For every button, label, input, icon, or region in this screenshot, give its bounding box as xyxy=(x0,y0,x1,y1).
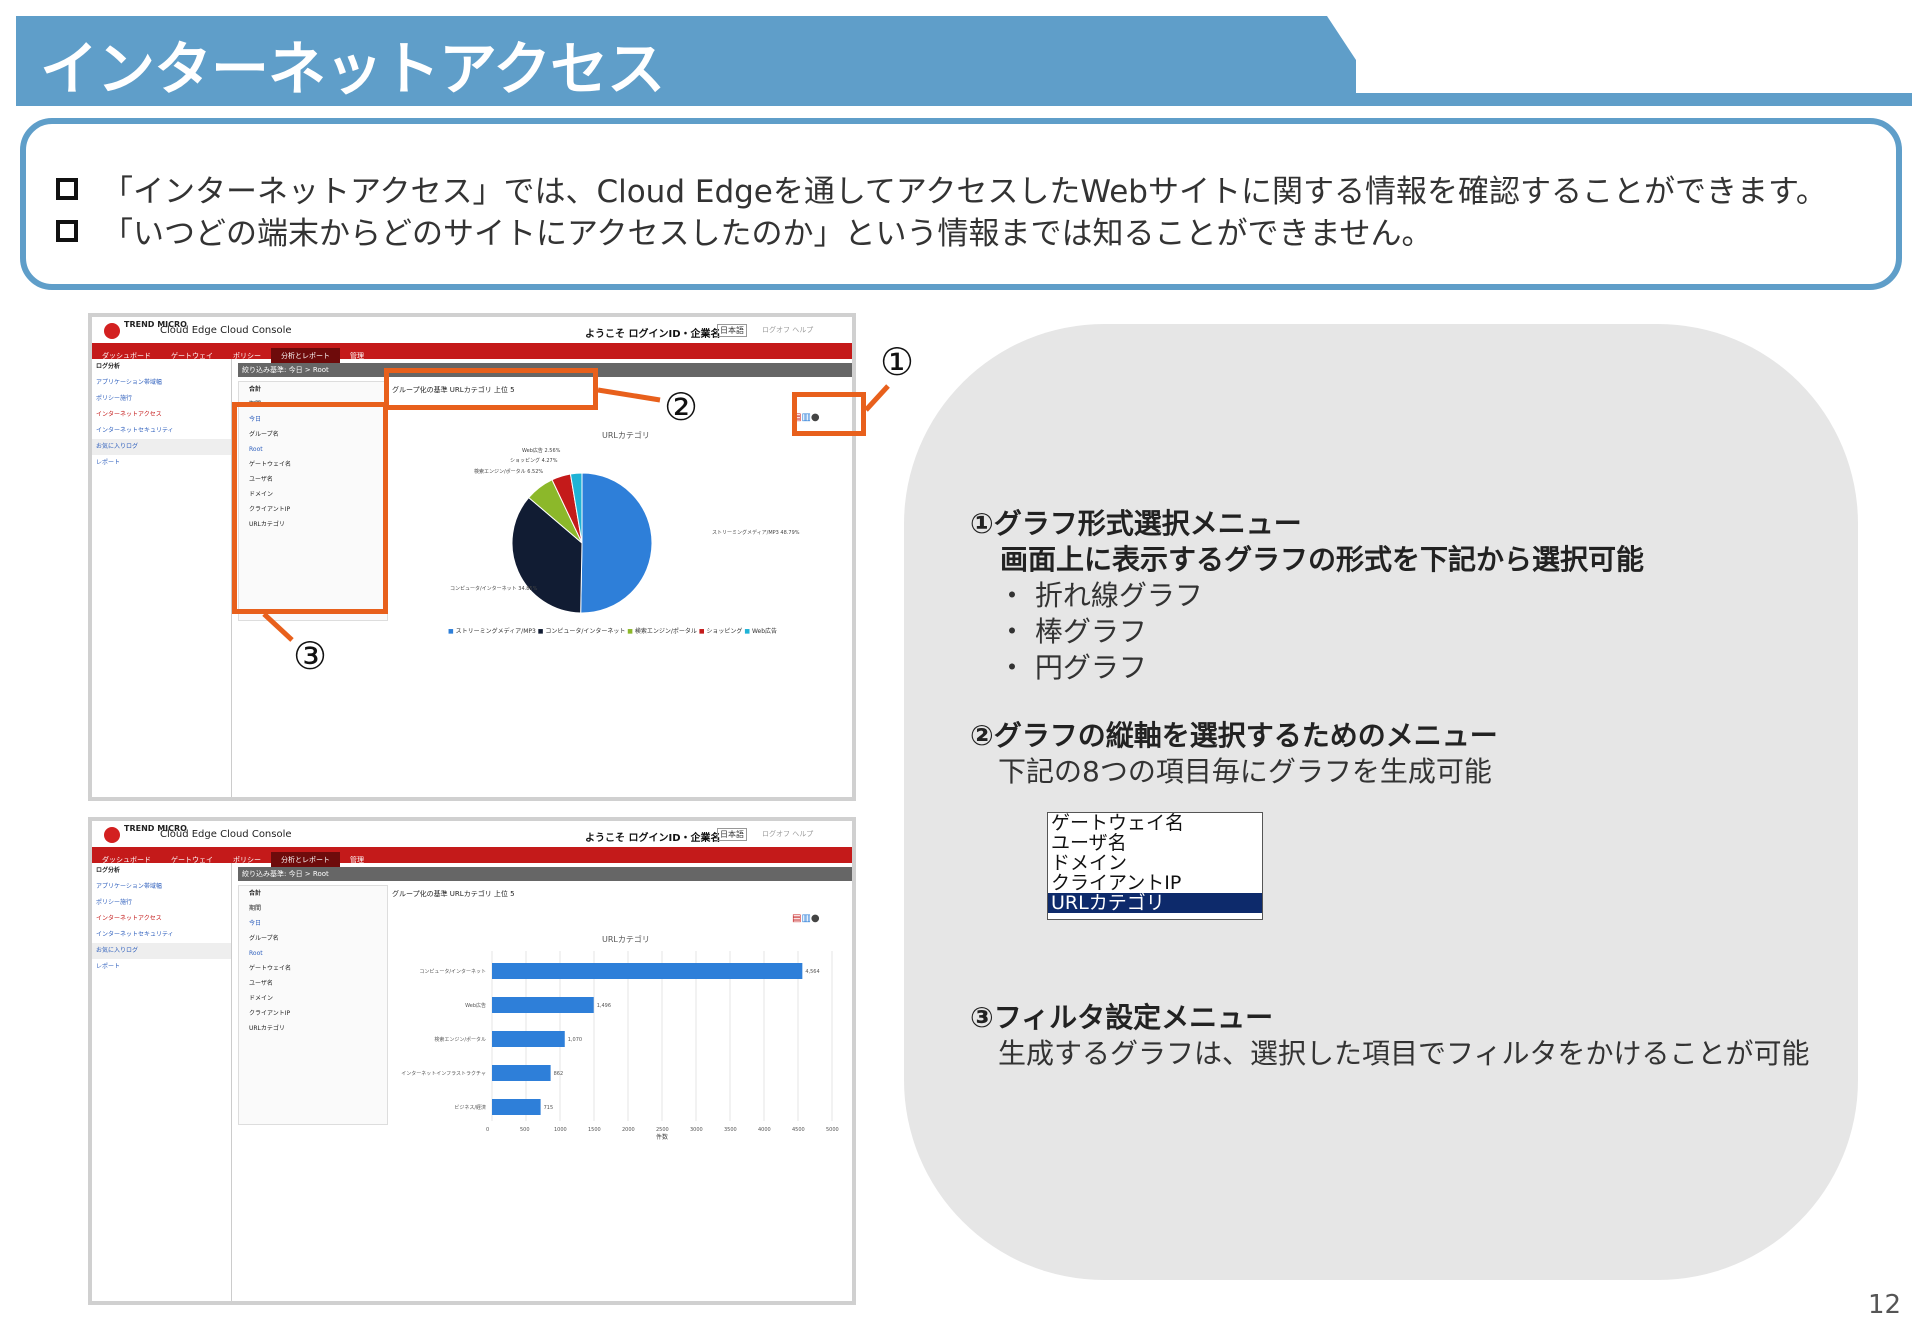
pie-data-label: ショッピング 4.27% xyxy=(510,457,558,464)
legend-item: ストリーミングメディア/MP3 xyxy=(455,628,536,635)
dropdown-option: クライアントIP xyxy=(1051,872,1182,894)
pie-legend: ■ ストリーミングメディア/MP3 ■ コンピュータ/インターネット ■ 検索エ… xyxy=(448,626,777,635)
category-label: Web広告 xyxy=(465,1002,486,1009)
value-label: 715 xyxy=(544,1105,554,1111)
info-sub-2: 下記の8つの項目毎にグラフを生成可能 xyxy=(998,755,1492,788)
legend-item: 検索エンジン/ポータル xyxy=(634,628,697,635)
category-label: インターネットインフラストラクチャ xyxy=(401,1070,486,1077)
bar xyxy=(492,963,803,979)
highlight-chart-type xyxy=(792,392,866,436)
legend-swatch: ■ xyxy=(448,628,454,635)
option-pie-chart: ・ 円グラフ xyxy=(998,651,1147,684)
callout-2: ② xyxy=(664,385,699,429)
groupby-dropdown-sample: ゲートウェイ名 ユーザ名 ドメイン クライアントIP URLカテゴリ xyxy=(1047,812,1263,920)
legend-item: ショッピング xyxy=(706,628,743,635)
checkbox-icon xyxy=(56,219,78,242)
info-sub-3: 生成するグラフは、選択した項目でフィルタをかけることが可能 xyxy=(998,1037,1810,1070)
pie-data-label: ストリーミングメディア/MP3 48.79% xyxy=(712,529,800,536)
page-title: インターネットアクセス xyxy=(40,35,665,103)
bar xyxy=(492,997,594,1013)
info-heading-2: ②グラフの縦軸を選択するためのメニュー xyxy=(970,719,1498,752)
legend-item: コンピュータ/インターネット xyxy=(545,628,626,635)
bar xyxy=(492,1065,551,1081)
bar xyxy=(492,1031,565,1047)
category-label: ビジネス/経済 xyxy=(454,1104,486,1111)
dropdown-option: ユーザ名 xyxy=(1051,832,1127,854)
tick-label: 500 xyxy=(520,1127,530,1133)
screenshot-bar: TREND MICRO Cloud Edge Cloud Console ようこ… xyxy=(88,817,856,1305)
option-line-chart: ・ 折れ線グラフ xyxy=(998,579,1203,612)
value-label: 1,496 xyxy=(597,1003,611,1009)
callout-3: ③ xyxy=(293,634,328,678)
checkbox-icon xyxy=(56,177,78,200)
tick-label: 3000 xyxy=(690,1127,703,1133)
info-heading-3: ③フィルタ設定メニュー xyxy=(970,1001,1274,1034)
pie-chart-icon[interactable]: ● xyxy=(811,913,820,924)
chart-type-icons[interactable]: ▤▥● xyxy=(792,913,820,924)
value-label: 862 xyxy=(554,1071,564,1077)
bar-chart: 0 500 1000 1500 2000 2500 3000 3500 4000 4500 5000… xyxy=(401,951,839,1141)
tick-label: 4500 xyxy=(792,1127,805,1133)
bar-chart-icon[interactable]: ▥ xyxy=(801,913,810,924)
dropdown-option: ドメイン xyxy=(1051,852,1128,874)
legend-swatch: ■ xyxy=(698,628,705,635)
intro-box: 「インターネットアクセス」では、Cloud Edgeを通してアクセスしたWebサ… xyxy=(20,118,1902,290)
value-label: 1,070 xyxy=(568,1037,582,1043)
intro-bullet-1: 「インターネットアクセス」では、Cloud Edgeを通してアクセスしたWebサ… xyxy=(56,166,1827,211)
intro-text-1: 「インターネットアクセス」では、Cloud Edgeを通してアクセスしたWebサ… xyxy=(102,174,1827,210)
page-number: 12 xyxy=(1868,1290,1902,1320)
tick-label: 2000 xyxy=(622,1127,635,1133)
tick-label: 0 xyxy=(486,1127,489,1133)
callout-line-1 xyxy=(864,384,890,412)
dropdown-option: ゲートウェイ名 xyxy=(1051,812,1185,834)
pie-data-label: Web広告 2.56% xyxy=(522,447,561,454)
tick-label: 1000 xyxy=(554,1127,567,1133)
tick-label: 3500 xyxy=(724,1127,737,1133)
legend-item: Web広告 xyxy=(751,628,778,635)
legend-swatch: ■ xyxy=(744,628,751,635)
legend-swatch: ■ xyxy=(627,628,633,635)
category-label: コンピュータ/インターネット xyxy=(419,968,486,975)
tick-label: 2500 xyxy=(656,1127,669,1133)
bar xyxy=(492,1099,541,1115)
value-label: 4,564 xyxy=(805,969,819,975)
category-label: 検索エンジン/ポータル xyxy=(434,1036,486,1043)
callout-1: ① xyxy=(880,340,915,384)
option-bar-chart: ・ 棒グラフ xyxy=(998,615,1147,648)
legend-swatch: ■ xyxy=(537,628,544,635)
intro-bullet-2: 「いつどの端末からどのサイトにアクセスしたのか」という情報までは知ることができま… xyxy=(56,208,1433,253)
info-heading-1: ①グラフ形式選択メニュー xyxy=(970,507,1302,540)
highlight-groupby xyxy=(384,368,598,410)
x-axis-label: 件数 xyxy=(656,1133,668,1141)
intro-text-2: 「いつどの端末からどのサイトにアクセスしたのか」という情報までは知ることができま… xyxy=(102,216,1433,252)
tick-label: 1500 xyxy=(588,1127,601,1133)
pie-data-label: 検索エンジン/ポータル 6.52% xyxy=(474,468,543,475)
info-panel: ①グラフ形式選択メニュー 画面上に表示するグラフの形式を下記から選択可能 ・ 折… xyxy=(904,324,1858,1280)
highlight-filter xyxy=(232,402,388,614)
info-sub-1: 画面上に表示するグラフの形式を下記から選択可能 xyxy=(1000,543,1645,576)
pie-data-label: コンピュータ/インターネット 34.85% xyxy=(450,585,538,592)
dropdown-option-selected: URLカテゴリ xyxy=(1048,893,1262,913)
tick-label: 5000 xyxy=(826,1127,839,1133)
tick-label: 4000 xyxy=(758,1127,771,1133)
pie-slice xyxy=(580,472,653,614)
